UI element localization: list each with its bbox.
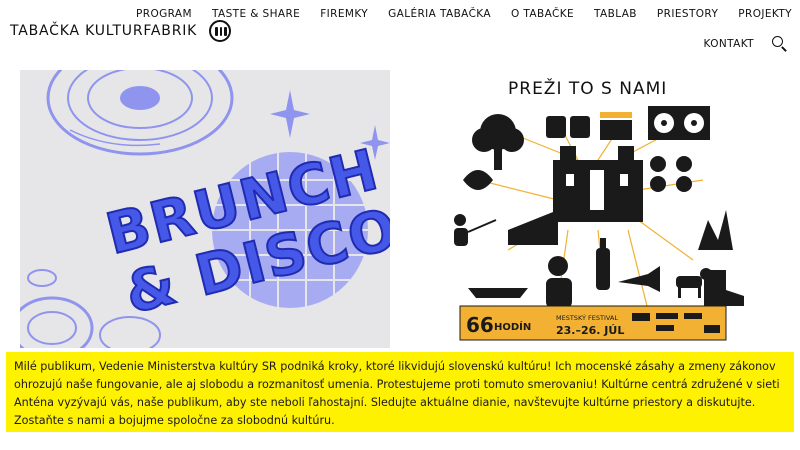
clapperboard-icon — [600, 112, 632, 140]
festival-hours-number: 66 — [466, 313, 494, 337]
brunch-disco-poster: BRUNCH & DISCO — [20, 70, 390, 348]
nav-item-priestory[interactable]: PRIESTORY — [657, 8, 718, 20]
sponsor-logo — [656, 313, 678, 319]
nav-item-kontakt[interactable]: KONTAKT — [704, 38, 755, 50]
festival-poster: PREŽI TO S NAMI 66 HODÍN MESTSKÝ FESTIVA… — [408, 70, 779, 348]
festival-label: MESTSKÝ FESTIVAL — [556, 313, 618, 322]
festival-banner: 66 HODÍN MESTSKÝ FESTIVAL 23.–26. JÚL — [459, 305, 727, 341]
notice-text: Milé publikum, Vedenie Ministerstva kult… — [14, 360, 780, 427]
dj-deck-icon — [648, 106, 710, 140]
sponsor-logo — [656, 325, 674, 331]
brand-name[interactable]: TABAČKA KULTURFABRIK — [10, 23, 197, 39]
nav-item-taste-share[interactable]: TASTE & SHARE — [212, 8, 300, 20]
festival-dates: 23.–26. JÚL — [556, 324, 624, 337]
nav-item-tablab[interactable]: TABLAB — [594, 8, 637, 20]
search-icon[interactable] — [772, 36, 788, 52]
boat-icon — [468, 288, 528, 298]
festival-title: PREŽI TO S NAMI — [508, 77, 667, 99]
festival-hours-label: HODÍN — [494, 320, 531, 333]
nav-item-firemky[interactable]: FIREMKY — [320, 8, 368, 20]
brand[interactable]: TABAČKA KULTURFABRIK — [10, 20, 232, 42]
nav-item-program[interactable]: PROGRAM — [136, 8, 192, 20]
nav-item-projekty[interactable]: PROJEKTY — [738, 8, 792, 20]
secondary-nav: KONTAKT — [704, 36, 789, 52]
nav-item-galeria-tabacka[interactable]: GALÉRIA TABAČKA — [388, 8, 491, 20]
sponsor-logo — [704, 325, 720, 333]
protest-notice: Milé publikum, Vedenie Ministerstva kult… — [6, 352, 794, 432]
event-card-brunch-disco[interactable]: BRUNCH & DISCO — [20, 70, 390, 348]
sponsor-logo — [632, 313, 650, 321]
nav-item-o-tabacke[interactable]: O TABAČKE — [511, 8, 574, 20]
sponsor-logo — [684, 313, 702, 319]
brand-logo-icon[interactable] — [209, 20, 232, 42]
event-card-festival[interactable]: PREŽI TO S NAMI 66 HODÍN MESTSKÝ FESTIVA… — [408, 70, 779, 348]
main-nav: PROGRAM TASTE & SHARE FIREMKY GALÉRIA TA… — [136, 8, 792, 20]
site-header: TABAČKA KULTURFABRIK PROGRAM TASTE & SHA… — [0, 0, 800, 64]
